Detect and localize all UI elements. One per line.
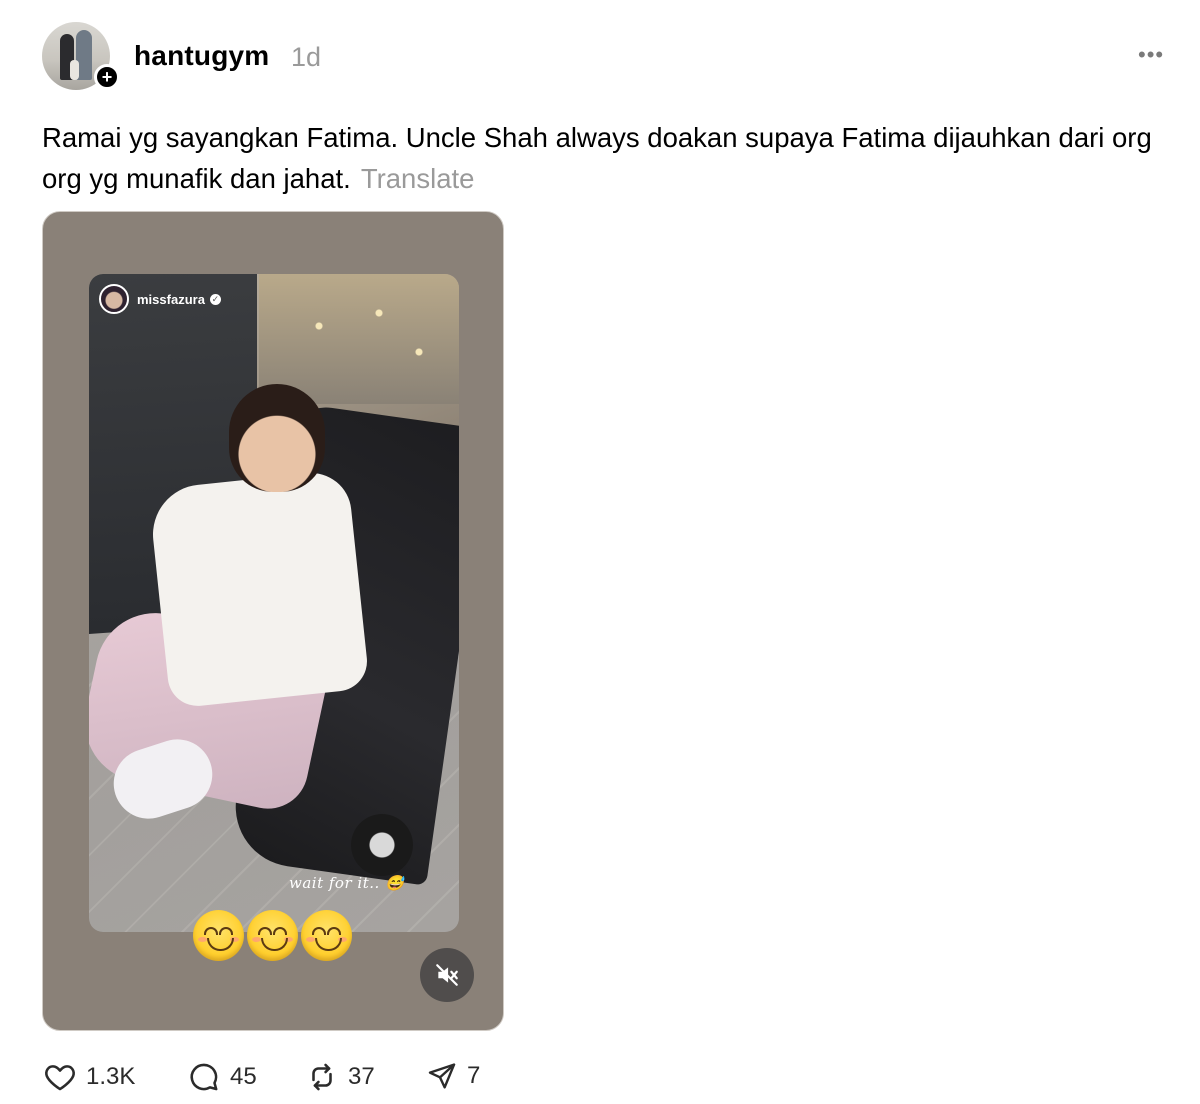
repost-button[interactable]: 37 <box>304 1060 375 1094</box>
follow-plus-icon[interactable]: + <box>94 64 120 90</box>
repost-icon <box>312 1063 332 1091</box>
story-caption: wait for it.. 😅 <box>289 874 405 892</box>
more-options-icon[interactable]: ••• <box>1138 42 1164 68</box>
comment-count: 45 <box>230 1063 257 1090</box>
username[interactable]: hantugym <box>134 40 269 72</box>
post-time: 1d <box>291 42 322 72</box>
caption-text: Ramai yg sayangkan Fatima. Uncle Shah al… <box>42 122 1152 194</box>
mute-toggle-button[interactable] <box>420 948 474 1002</box>
heart-icon <box>45 1065 75 1091</box>
emoji-row <box>193 910 352 961</box>
girl-image <box>229 384 325 492</box>
send-icon <box>428 1063 456 1089</box>
comment-bubble-icon <box>190 1063 218 1091</box>
post: + hantugym 1d ••• Ramai yg sayangkan Fat… <box>0 0 1200 1104</box>
like-count: 1.3K <box>86 1063 136 1090</box>
speaker-muted-icon <box>436 964 458 986</box>
post-caption: Ramai yg sayangkan Fatima. Uncle Shah al… <box>42 117 1172 199</box>
story-avatar <box>99 284 129 314</box>
comment-button[interactable]: 45 <box>186 1060 257 1094</box>
media-video[interactable]: missfazura ✓ wait for it.. 😅 <box>42 211 504 1031</box>
avatar[interactable]: + <box>42 22 120 94</box>
story-header: missfazura ✓ <box>99 284 221 314</box>
translate-link[interactable]: Translate <box>361 163 475 194</box>
smiling-face-emoji-icon <box>301 910 352 961</box>
story-username: missfazura <box>137 291 205 307</box>
like-button[interactable]: 1.3K <box>42 1060 135 1094</box>
share-button[interactable]: 7 <box>425 1060 480 1092</box>
share-count: 7 <box>467 1062 481 1089</box>
verified-icon: ✓ <box>209 293 221 305</box>
smiling-face-emoji-icon <box>193 910 244 961</box>
smiling-face-emoji-icon <box>247 910 298 961</box>
repost-count: 37 <box>348 1063 375 1090</box>
story-screenshot: missfazura ✓ wait for it.. 😅 <box>89 274 459 932</box>
